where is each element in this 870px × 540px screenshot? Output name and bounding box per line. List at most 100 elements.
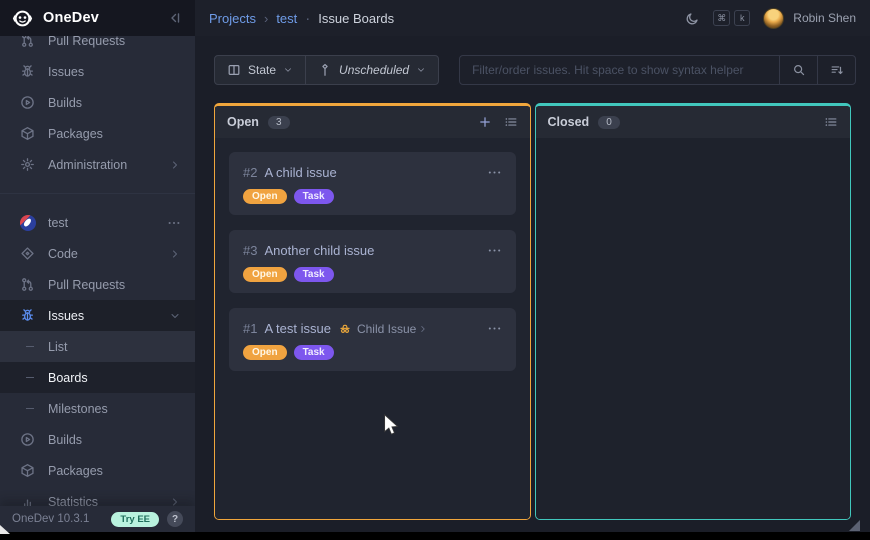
state-board-button[interactable]: State (215, 56, 305, 84)
sidebar-item-label: Issues (48, 65, 84, 79)
sidebar-item-project-packages[interactable]: Packages (0, 455, 195, 486)
issue-number: #3 (243, 243, 257, 258)
sidebar-item-issues-milestones[interactable]: Milestones (0, 393, 195, 424)
onedev-logo-icon (12, 8, 33, 29)
sidebar-item-label: Boards (48, 371, 88, 385)
chevron-down-icon (416, 65, 426, 75)
sidebar-item-label: Pull Requests (48, 278, 125, 292)
dark-mode-toggle-icon[interactable] (685, 11, 700, 26)
user-name[interactable]: Robin Shen (793, 11, 856, 25)
help-icon[interactable]: ? (167, 511, 183, 527)
column-menu-icon[interactable] (824, 115, 838, 129)
pull-request-icon (20, 277, 35, 292)
sidebar-collapse-icon[interactable] (167, 10, 183, 26)
sidebar-item-administration[interactable]: Administration (0, 149, 195, 180)
sort-order-icon (830, 63, 844, 77)
filter-issues-input[interactable] (460, 56, 779, 84)
issue-number: #2 (243, 165, 257, 180)
issue-card[interactable]: #1 A test issue Child Issue Open Task (229, 308, 516, 371)
k-key: k (734, 10, 750, 26)
breadcrumb: Projects test Issue Boards (209, 10, 394, 27)
column-header-closed: Closed 0 (536, 106, 851, 138)
dash-icon (26, 377, 34, 378)
order-button[interactable] (817, 56, 855, 84)
sidebar-item-label: Pull Requests (48, 36, 125, 48)
board-column-open: Open 3 #2 A child issue Open Task (214, 103, 531, 520)
milestone-filter-button[interactable]: Unscheduled (305, 56, 438, 84)
version-label: OneDev 10.3.1 (12, 513, 89, 525)
column-title: Closed (548, 115, 590, 129)
sidebar-item-pull-requests[interactable]: Pull Requests (0, 36, 195, 56)
sidebar-item-project-issues[interactable]: Issues (0, 300, 195, 331)
chevron-down-icon (283, 65, 293, 75)
issue-title[interactable]: Another child issue (264, 243, 374, 258)
brand-area: OneDev (0, 0, 195, 36)
label-task: Task (294, 345, 334, 360)
chevron-down-icon (169, 310, 181, 322)
sidebar-item-project-builds[interactable]: Builds (0, 424, 195, 455)
child-issue-link[interactable]: Child Issue (357, 322, 416, 336)
breadcrumb-project-link[interactable]: test (276, 11, 297, 26)
breadcrumb-separator-icon (264, 11, 268, 26)
sidebar-item-code[interactable]: Code (0, 238, 195, 269)
sidebar-item-label: Milestones (48, 402, 108, 416)
breadcrumb-current-page: Issue Boards (318, 11, 394, 26)
sidebar-footer: OneDev 10.3.1 Try EE ? (0, 506, 195, 532)
resize-handle[interactable] (849, 520, 860, 531)
dash-icon (26, 346, 34, 347)
mouse-cursor (383, 414, 402, 436)
user-avatar[interactable] (763, 8, 784, 29)
label-open: Open (243, 267, 287, 282)
search-button[interactable] (779, 56, 817, 84)
issue-card[interactable]: #3 Another child issue Open Task (229, 230, 516, 293)
column-header-open: Open 3 (215, 106, 530, 138)
issue-title[interactable]: A test issue (264, 321, 330, 336)
column-body-closed (536, 138, 851, 519)
issue-card[interactable]: #2 A child issue Open Task (229, 152, 516, 215)
chevron-right-icon (418, 324, 428, 334)
issue-title[interactable]: A child issue (264, 165, 336, 180)
label-open: Open (243, 345, 287, 360)
project-avatar-icon (20, 215, 36, 231)
column-menu-icon[interactable] (504, 115, 518, 129)
issue-board: Open 3 #2 A child issue Open Task (214, 103, 851, 520)
bug-icon (20, 308, 35, 323)
shortcut-hint[interactable]: ⌘ k (713, 10, 750, 26)
code-icon (20, 246, 35, 261)
package-icon (20, 463, 35, 478)
breadcrumb-projects-link[interactable]: Projects (209, 11, 256, 26)
card-menu-icon[interactable] (487, 243, 502, 258)
sidebar-item-packages[interactable]: Packages (0, 118, 195, 149)
board-column-closed: Closed 0 (535, 103, 852, 520)
card-menu-icon[interactable] (487, 321, 502, 336)
try-ee-badge[interactable]: Try EE (111, 512, 159, 527)
sidebar-item-project-pull-requests[interactable]: Pull Requests (0, 269, 195, 300)
topbar-main: Projects test Issue Boards ⌘ k Robin She… (195, 0, 870, 36)
package-icon (20, 126, 35, 141)
label-open: Open (243, 189, 287, 204)
column-title: Open (227, 115, 259, 129)
issue-number: #1 (243, 321, 257, 336)
milestone-icon (318, 63, 332, 77)
sidebar-item-label: Administration (48, 158, 127, 172)
sidebar-item-issues-list[interactable]: List (0, 331, 195, 362)
sidebar-item-builds[interactable]: Builds (0, 87, 195, 118)
pull-request-icon (20, 36, 35, 48)
gear-icon (20, 157, 35, 172)
corner-artifact (0, 525, 10, 534)
sidebar-item-label: List (48, 340, 67, 354)
card-menu-icon[interactable] (487, 165, 502, 180)
column-count-badge: 0 (598, 116, 620, 129)
ellipsis-icon[interactable] (167, 216, 181, 230)
add-issue-icon[interactable] (478, 115, 492, 129)
breadcrumb-separator-icon (305, 10, 310, 27)
sidebar-item-issues-boards[interactable]: Boards (0, 362, 195, 393)
play-circle-icon (20, 432, 35, 447)
sidebar-item-label: Packages (48, 127, 103, 141)
sidebar-item-issues[interactable]: Issues (0, 56, 195, 87)
project-name: test (48, 216, 68, 230)
sidebar-item-project-test[interactable]: test (0, 207, 195, 238)
chevron-right-icon (169, 159, 181, 171)
sidebar-section-divider (0, 180, 195, 207)
column-count-badge: 3 (268, 116, 290, 129)
